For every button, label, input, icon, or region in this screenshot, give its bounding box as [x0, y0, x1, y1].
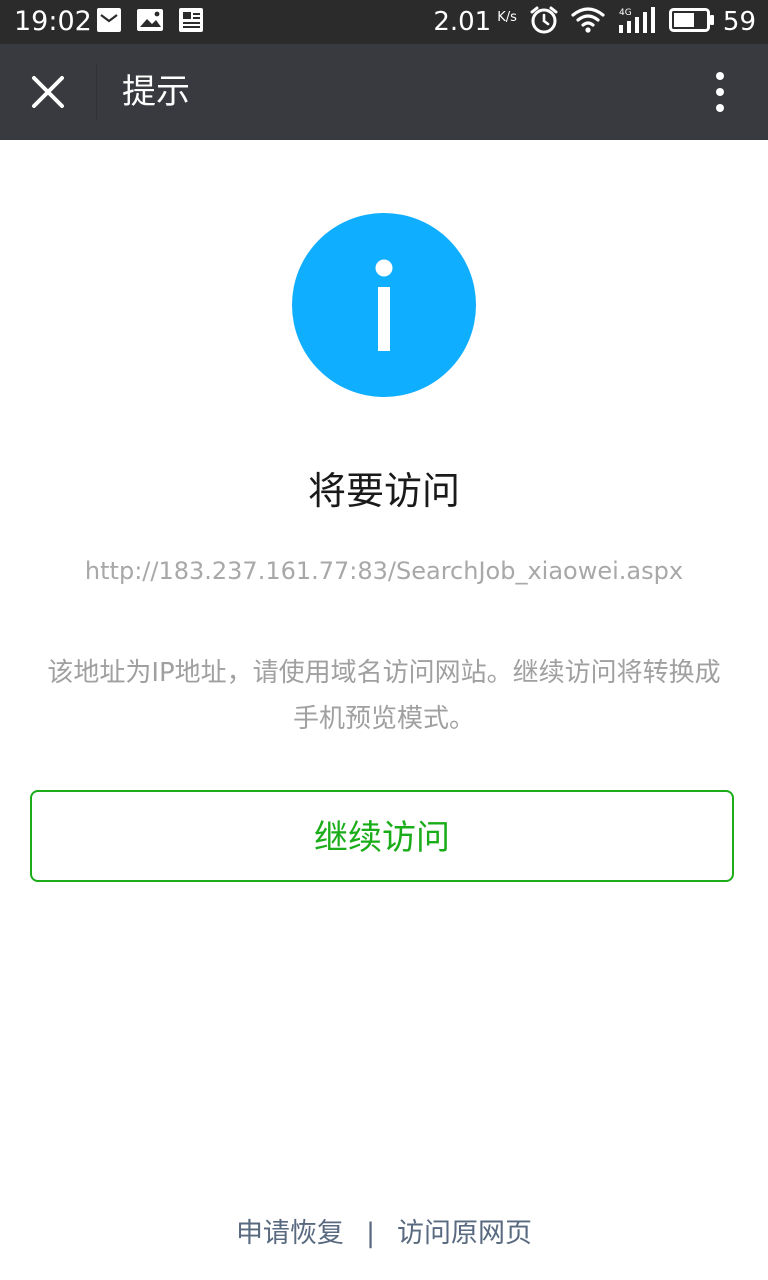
page-title: 提示: [122, 72, 190, 112]
more-menu-button[interactable]: [698, 68, 742, 116]
apply-restore-link[interactable]: 申请恢复: [236, 1212, 344, 1256]
headline: 将要访问: [307, 469, 460, 513]
info-icon: [292, 213, 476, 397]
status-bar: 19:02 2.01 K/s 4G 59: [0, 0, 768, 44]
network-speed-unit: K/s: [497, 10, 517, 25]
news-icon: [178, 7, 204, 37]
battery-level: 59: [722, 7, 756, 37]
photo-icon: [136, 7, 164, 37]
mail-icon: [96, 7, 122, 37]
svg-text:4G: 4G: [619, 8, 632, 18]
continue-visit-button[interactable]: 继续访问: [30, 790, 734, 882]
warning-message: 该地址为IP地址，请使用域名访问网站。继续访问将转换成手机预览模式。: [47, 658, 721, 734]
signal-4g-icon: 4G: [617, 6, 657, 38]
alarm-icon: [529, 5, 559, 39]
wifi-icon: [571, 6, 605, 38]
app-bar-divider: [96, 64, 97, 120]
battery-icon: [668, 8, 715, 36]
status-right-group: 2.01 K/s 4G 59: [433, 4, 756, 40]
visit-original-link[interactable]: 访问原网页: [397, 1212, 532, 1256]
footer-separator: |: [365, 1218, 376, 1249]
battery-indicator: 59: [668, 4, 756, 40]
close-button[interactable]: [24, 68, 72, 116]
notification-icons: [96, 8, 204, 36]
close-icon: [32, 76, 64, 108]
status-time: 19:02: [14, 6, 92, 37]
network-speed-value: 2.01: [433, 7, 492, 37]
app-bar: 提示: [0, 44, 768, 140]
network-speed: 2.01 K/s: [433, 4, 517, 40]
footer-links: 申请恢复 | 访问原网页: [0, 1212, 768, 1256]
target-url: http://183.237.161.77:83/SearchJob_xiaow…: [84, 557, 684, 585]
more-vertical-icon: [716, 72, 724, 112]
